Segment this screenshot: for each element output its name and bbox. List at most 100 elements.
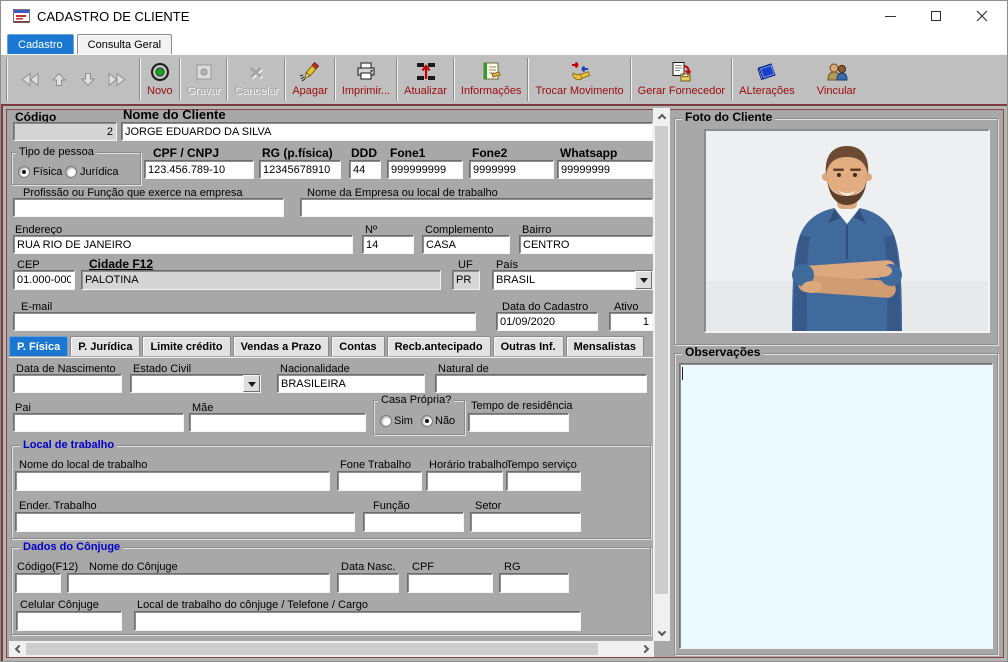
tab-p-juridica[interactable]: P. Jurídica — [70, 336, 140, 356]
tab-p-fisica[interactable]: P. Física — [9, 336, 68, 356]
trocar-movimento-button[interactable]: Trocar Movimento — [531, 57, 627, 102]
maximize-icon — [931, 11, 941, 21]
complemento-input[interactable] — [422, 235, 510, 254]
tab-outras-inf[interactable]: Outras Inf. — [493, 336, 564, 356]
pais-select[interactable] — [492, 270, 653, 290]
fone1-input[interactable] — [387, 160, 463, 179]
fone2-input[interactable] — [469, 160, 554, 179]
codigo-input[interactable] — [13, 122, 117, 141]
gravar-button[interactable]: Gravar — [183, 57, 225, 102]
vertical-scrollbar[interactable] — [653, 108, 670, 641]
conjuge-rg-input[interactable] — [499, 573, 569, 593]
maximize-button[interactable] — [915, 1, 957, 31]
alteracoes-icon — [755, 59, 779, 84]
horario-trabalho-input[interactable] — [426, 471, 503, 491]
record-navigator — [10, 57, 137, 102]
endereco-input[interactable] — [13, 235, 353, 254]
horizontal-scroll-thumb[interactable] — [26, 643, 598, 655]
nav-next-button[interactable] — [77, 65, 99, 95]
data-cadastro-input[interactable] — [496, 312, 598, 331]
funcao-input[interactable] — [363, 512, 464, 532]
tab-vendas-a-prazo[interactable]: Vendas a Prazo — [233, 336, 330, 356]
bairro-input[interactable] — [519, 235, 653, 254]
observacoes-textarea[interactable] — [679, 363, 993, 649]
numero-input[interactable] — [362, 235, 414, 254]
close-button[interactable] — [961, 1, 1003, 31]
tempo-residencia-input[interactable] — [468, 413, 569, 432]
fone-trabalho-input[interactable] — [337, 471, 422, 491]
imprimir-icon — [355, 59, 377, 84]
cpf-cnpj-input[interactable] — [144, 160, 254, 179]
apagar-button[interactable]: Apagar — [288, 57, 331, 102]
setor-label: Setor — [475, 500, 501, 512]
pai-input[interactable] — [13, 413, 184, 432]
tab-contas[interactable]: Contas — [331, 336, 384, 356]
nav-last-button[interactable] — [106, 65, 128, 95]
tab-limite-credito[interactable]: Limite crédito — [142, 336, 230, 356]
cidade-label: Cidade F12 — [89, 258, 153, 270]
conjuge-codigo-input[interactable] — [15, 573, 61, 593]
tab-recb-antecipado[interactable]: Recb.antecipado — [387, 336, 491, 356]
fisica-radio[interactable] — [18, 166, 30, 178]
estado-civil-dropdown-button[interactable] — [243, 375, 260, 392]
ender-trabalho-input[interactable] — [15, 512, 355, 532]
pais-dropdown-button[interactable] — [635, 271, 652, 289]
informacoes-button[interactable]: Informações — [457, 57, 526, 102]
profissao-input[interactable] — [13, 198, 284, 217]
conjuge-nome-input[interactable] — [67, 573, 330, 593]
ativo-input[interactable] — [609, 312, 653, 331]
celular-conjuge-input[interactable] — [16, 611, 122, 631]
mae-input[interactable] — [189, 413, 366, 432]
local-trabalho-conjuge-input[interactable] — [134, 611, 581, 631]
empresa-input[interactable] — [300, 198, 653, 217]
apagar-icon — [299, 59, 321, 84]
scroll-up-button[interactable] — [653, 108, 670, 124]
minimize-button[interactable] — [869, 1, 911, 31]
nav-previous-button[interactable] — [48, 65, 70, 95]
natural-de-input[interactable] — [435, 374, 647, 393]
conjuge-cpf-input[interactable] — [407, 573, 493, 593]
tab-mensalistas[interactable]: Mensalistas — [566, 336, 644, 356]
novo-button[interactable]: Novo — [143, 57, 177, 102]
vincular-icon — [825, 59, 849, 84]
nome-local-input[interactable] — [15, 471, 330, 491]
scroll-down-button[interactable] — [653, 625, 670, 641]
scroll-left-button[interactable] — [9, 641, 25, 657]
cidade-input[interactable] — [81, 270, 441, 290]
tab-cadastro[interactable]: Cadastro — [7, 34, 74, 54]
casa-propria-nao-radio[interactable] — [421, 415, 433, 427]
gerar-fornecedor-icon — [669, 59, 693, 84]
email-input[interactable] — [13, 312, 476, 331]
nacionalidade-input[interactable] — [277, 374, 425, 393]
gerar-fornecedor-button[interactable]: Gerar Fornecedor — [634, 57, 729, 102]
rg-input[interactable] — [259, 160, 341, 179]
ddd-input[interactable] — [349, 160, 381, 179]
tab-consulta-geral[interactable]: Consulta Geral — [77, 34, 172, 54]
scroll-right-button[interactable] — [638, 641, 654, 657]
main-tab-strip: Cadastro Consulta Geral — [7, 32, 172, 54]
horizontal-scrollbar[interactable] — [9, 641, 654, 657]
cadastro-cliente-window: CADASTRO DE CLIENTE Cadastro Consulta Ge… — [0, 0, 1008, 662]
trocar-movimento-icon — [568, 59, 592, 84]
conjuge-data-nasc-input[interactable] — [337, 573, 399, 593]
juridica-radio[interactable] — [65, 166, 77, 178]
data-nascimento-input[interactable] — [13, 374, 122, 393]
toolbar-separator — [179, 58, 181, 101]
imprimir-button[interactable]: Imprimir... — [338, 57, 394, 102]
estado-civil-select[interactable] — [130, 374, 261, 393]
foto-cliente-label: Foto do Cliente — [682, 111, 775, 123]
whatsapp-input[interactable] — [557, 160, 653, 179]
vertical-scroll-thumb[interactable] — [655, 126, 668, 594]
vincular-button[interactable]: Vincular — [813, 57, 861, 102]
setor-input[interactable] — [470, 512, 581, 532]
cep-input[interactable] — [13, 270, 75, 290]
nome-cliente-input[interactable] — [121, 122, 653, 141]
atualizar-button[interactable]: Atualizar — [400, 57, 451, 102]
alteracoes-button[interactable]: ALterações — [735, 57, 799, 102]
nav-first-button[interactable] — [19, 65, 41, 95]
cancelar-button[interactable]: Cancelar — [230, 57, 282, 102]
casa-propria-sim-radio[interactable] — [380, 415, 392, 427]
tempo-servico-input[interactable] — [506, 471, 581, 491]
uf-input[interactable] — [452, 270, 480, 290]
conjuge-codigo-label: Código(F12) — [17, 561, 78, 573]
